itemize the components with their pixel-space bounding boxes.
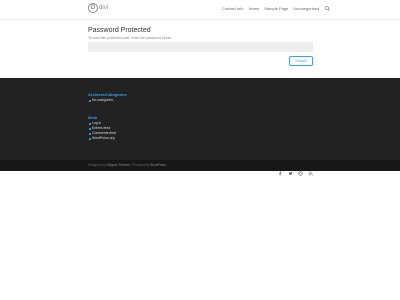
- main-content: Password Protected To view this protecte…: [88, 27, 314, 66]
- nav-item-contact-info[interactable]: Contact Info: [222, 6, 244, 11]
- meta-widget: Meta Log in Entries feed Comments feed W…: [88, 115, 116, 141]
- footer-bottom-bar: Designed by Elegant Themes | Powered by …: [0, 160, 400, 176]
- credits-prefix: Designed by: [88, 163, 106, 167]
- nav-item-home[interactable]: Home: [249, 6, 260, 11]
- logo-text: divi: [99, 5, 109, 11]
- footer-widgets: Archives/Categories No categories Meta L…: [0, 78, 400, 160]
- submit-button[interactable]: Submit: [289, 56, 313, 66]
- list-item: No categories: [88, 98, 127, 103]
- meta-link-wordpress-org[interactable]: WordPress.org: [88, 136, 116, 141]
- footer-credits: Designed by Elegant Themes | Powered by …: [88, 163, 166, 168]
- archives-widget-title: Archives/Categories: [88, 92, 127, 97]
- meta-widget-title: Meta: [88, 115, 98, 120]
- credits-separator: | Powered by: [129, 163, 151, 167]
- elegant-themes-link[interactable]: Elegant Themes: [107, 163, 130, 167]
- nav-item-uncategorized[interactable]: Uncategorized: [293, 6, 319, 11]
- nav-item-sample-page[interactable]: Sample Page: [264, 6, 288, 11]
- search-icon[interactable]: [325, 6, 330, 11]
- rss-icon[interactable]: [308, 163, 313, 176]
- twitter-icon[interactable]: [288, 163, 293, 176]
- logo-mark-icon: D: [88, 3, 98, 13]
- social-icons: [278, 163, 318, 176]
- archives-widget: Archives/Categories No categories: [88, 92, 127, 103]
- site-header: D divi Contact Info Home Sample Page Unc…: [0, 0, 400, 19]
- wordpress-link[interactable]: WordPress: [150, 163, 166, 167]
- protected-description: To view this protected post, enter the p…: [88, 36, 173, 40]
- site-logo[interactable]: D divi: [88, 3, 108, 13]
- page-title: Password Protected: [88, 27, 151, 34]
- main-nav: Contact Info Home Sample Page Uncategori…: [222, 6, 330, 11]
- instagram-icon[interactable]: [298, 163, 303, 176]
- password-input[interactable]: [88, 42, 313, 52]
- facebook-icon[interactable]: [278, 163, 283, 176]
